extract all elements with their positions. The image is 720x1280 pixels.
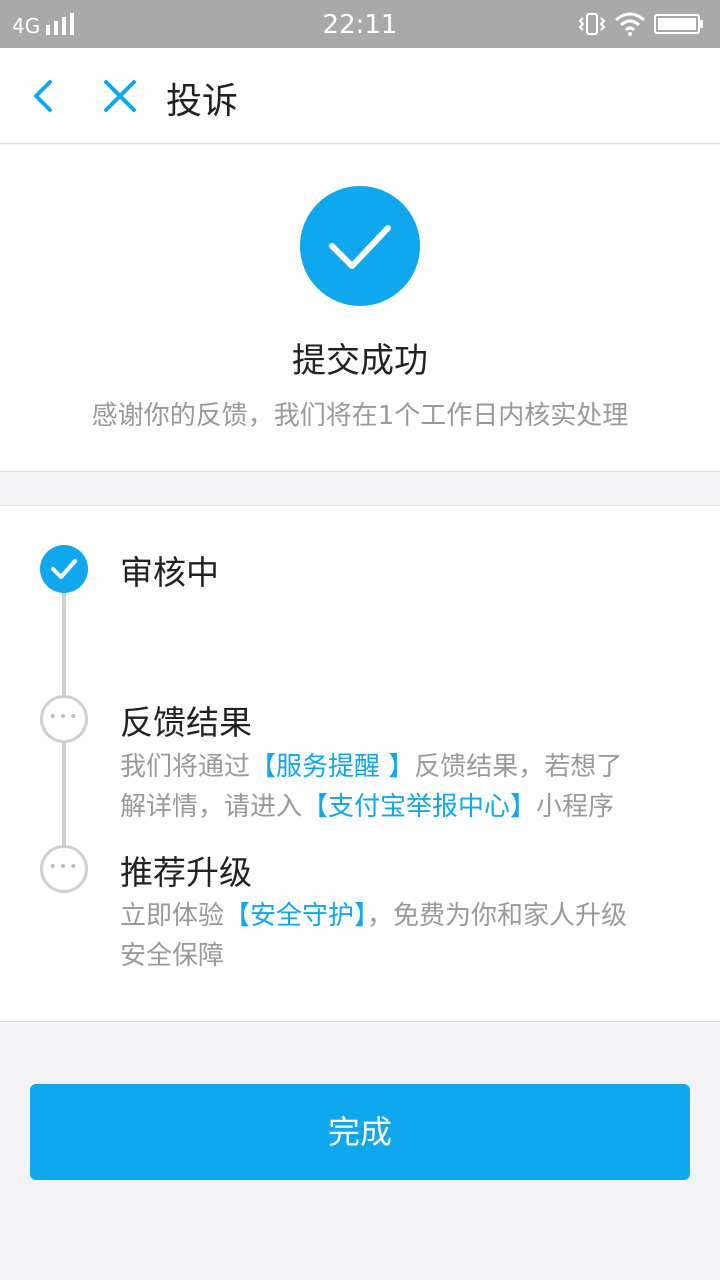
security-guard-link[interactable]: 【安全守护】 <box>224 901 367 931</box>
more-dots-icon: ••• <box>48 709 80 725</box>
success-title: 提交成功 <box>292 341 428 381</box>
wifi-icon <box>615 12 645 36</box>
page-title: 投诉 <box>166 81 239 122</box>
service-reminder-link[interactable]: 【服务提醒 】 <box>250 752 414 782</box>
step-desc-feedback: 我们将通过【服务提醒 】反馈结果，若想了 解详情，请进入【支付宝举报中心】小程序 <box>120 747 690 827</box>
done-button[interactable]: 完成 <box>30 1084 690 1180</box>
timeline-connector <box>62 742 66 846</box>
step-title-feedback: 反馈结果 <box>120 703 252 742</box>
step-pending-icon: ••• <box>40 845 88 893</box>
checkmark-icon <box>51 559 77 579</box>
status-bar: 4G 22:11 <box>0 0 720 48</box>
step-title-upgrade: 推荐升级 <box>120 853 252 892</box>
step-done-icon <box>40 545 88 593</box>
close-icon[interactable] <box>102 78 138 114</box>
desc-text: 小程序 <box>536 792 615 822</box>
progress-timeline: 审核中 ••• 反馈结果 我们将通过【服务提醒 】反馈结果，若想了 解详情，请进… <box>0 505 720 1022</box>
step-desc-upgrade: 立即体验【安全守护】，免费为你和家人升级 安全保障 <box>120 896 690 976</box>
nav-bar: 投诉 <box>0 48 720 144</box>
more-dots-icon: ••• <box>48 859 80 875</box>
battery-icon <box>654 14 703 34</box>
success-description: 感谢你的反馈，我们将在1个工作日内核实处理 <box>91 401 629 431</box>
desc-text: 我们将通过 <box>120 752 251 782</box>
step-title-reviewing: 审核中 <box>120 553 219 592</box>
desc-text: 安全保障 <box>120 941 225 971</box>
desc-text: 解详情，请进入 <box>120 792 303 822</box>
desc-text: 反馈结果，若想了 <box>414 752 623 782</box>
report-center-link[interactable]: 【支付宝举报中心】 <box>302 792 536 822</box>
timeline-connector <box>62 586 66 696</box>
desc-text: ，免费为你和家人升级 <box>367 901 628 931</box>
step-pending-icon: ••• <box>40 695 88 743</box>
vibrate-icon <box>578 13 606 35</box>
checkmark-icon <box>329 225 391 269</box>
back-arrow-icon[interactable] <box>26 78 62 114</box>
status-time: 22:11 <box>322 10 398 40</box>
success-check-icon <box>300 186 420 306</box>
result-card: 提交成功 感谢你的反馈，我们将在1个工作日内核实处理 <box>0 145 720 472</box>
desc-text: 立即体验 <box>120 901 225 931</box>
